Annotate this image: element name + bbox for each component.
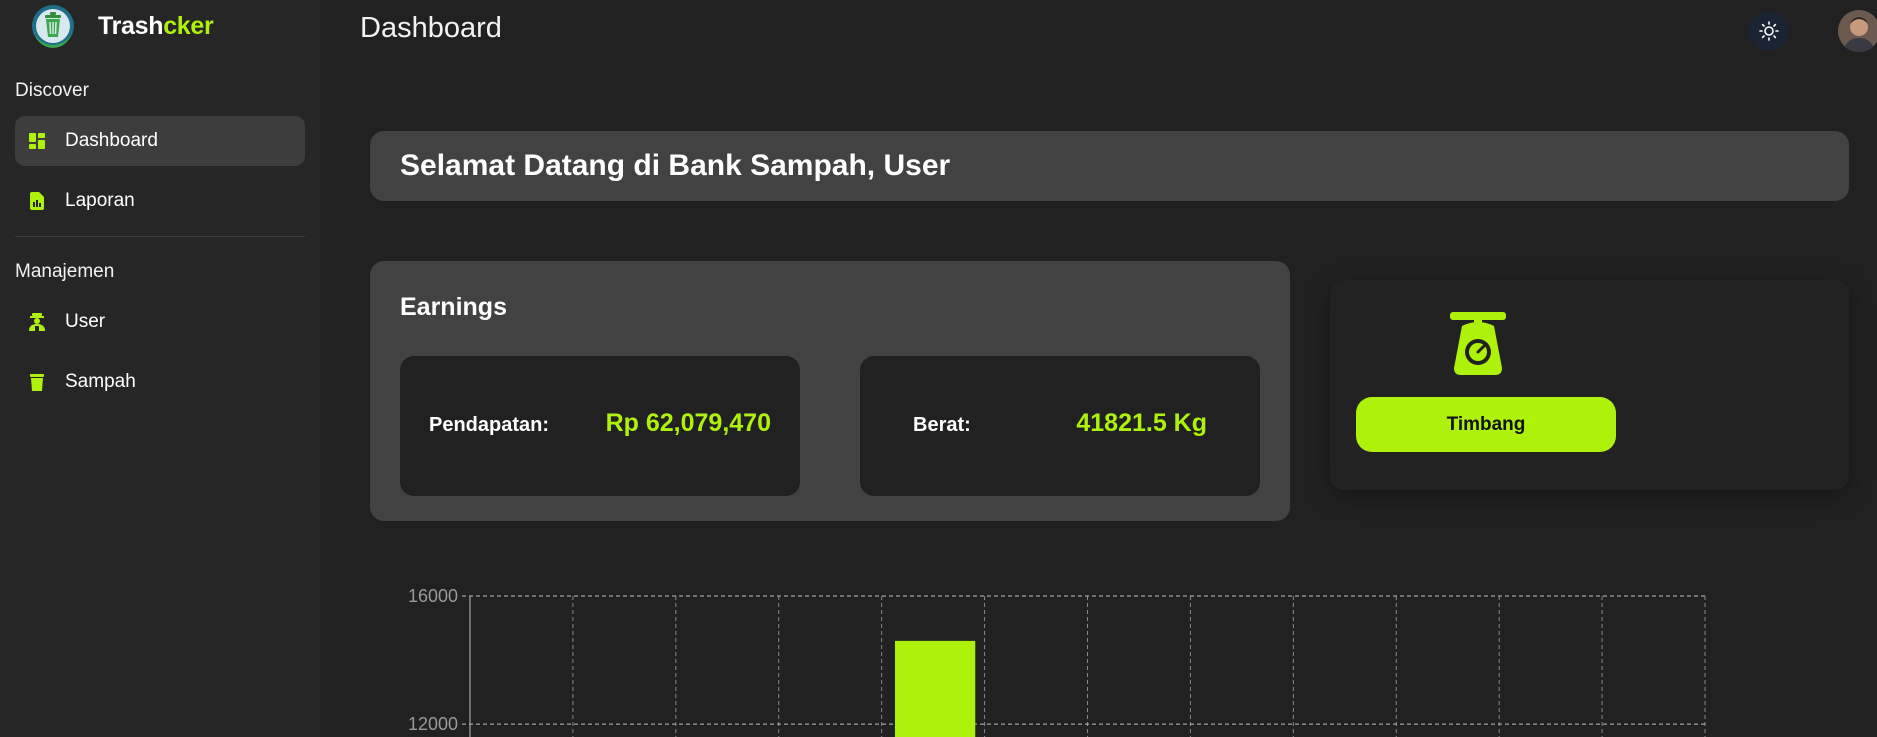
trash-icon	[27, 372, 47, 392]
page-title: Dashboard	[360, 12, 502, 44]
timbang-button[interactable]: Timbang	[1356, 397, 1616, 452]
brand[interactable]: Trashcker	[30, 3, 214, 49]
user-avatar[interactable]	[1838, 10, 1877, 52]
earnings-card: Earnings Pendapatan: Rp 62,079,470 Berat…	[370, 261, 1290, 521]
sidebar-item-label: User	[65, 311, 106, 332]
berat-label: Berat:	[913, 414, 971, 436]
chart-y-ticks: 16000 12000	[408, 586, 458, 734]
sidebar-item-laporan[interactable]: Laporan	[15, 176, 305, 226]
sidebar-item-label: Sampah	[65, 371, 136, 392]
theme-toggle-button[interactable]	[1749, 11, 1789, 51]
chart-bars	[894, 640, 976, 737]
y-tick-label: 16000	[408, 586, 458, 606]
earnings-title: Earnings	[400, 293, 507, 321]
report-file-icon	[27, 191, 47, 211]
berat-box: Berat: 41821.5 Kg	[860, 356, 1260, 496]
sidebar: Trashcker Discover Dashboard Laporan Man…	[0, 0, 320, 737]
trash-bin-logo-icon	[32, 5, 74, 48]
y-tick-label: 12000	[408, 714, 458, 734]
section-title-manajemen: Manajemen	[15, 261, 115, 282]
avatar-image	[1838, 10, 1877, 52]
scale-card: Timbang	[1330, 280, 1849, 490]
pendapatan-value: Rp 62,079,470	[605, 409, 771, 437]
welcome-text: Selamat Datang di Bank Sampah, User	[400, 149, 951, 182]
weighing-scale-icon	[1450, 312, 1506, 375]
sidebar-item-label: Dashboard	[65, 130, 158, 151]
sidebar-item-dashboard[interactable]: Dashboard	[15, 116, 305, 166]
brand-name: Trashcker	[98, 11, 214, 40]
dashboard-grid-icon	[27, 131, 47, 151]
sidebar-divider	[15, 236, 305, 237]
section-title-discover: Discover	[15, 80, 89, 101]
sun-icon	[1759, 21, 1779, 41]
welcome-banner: Selamat Datang di Bank Sampah, User	[370, 131, 1849, 201]
earnings-chart: 16000 12000	[408, 586, 1706, 737]
sidebar-item-label: Laporan	[65, 190, 135, 211]
sidebar-item-sampah[interactable]: Sampah	[15, 357, 305, 407]
sidebar-item-user[interactable]: User	[15, 297, 305, 347]
berat-value: 41821.5 Kg	[1076, 409, 1207, 437]
chart-bar	[894, 640, 976, 737]
users-icon	[27, 312, 47, 332]
pendapatan-label: Pendapatan:	[429, 414, 550, 436]
chart-grid	[462, 595, 1706, 737]
pendapatan-box: Pendapatan: Rp 62,079,470	[400, 356, 800, 496]
